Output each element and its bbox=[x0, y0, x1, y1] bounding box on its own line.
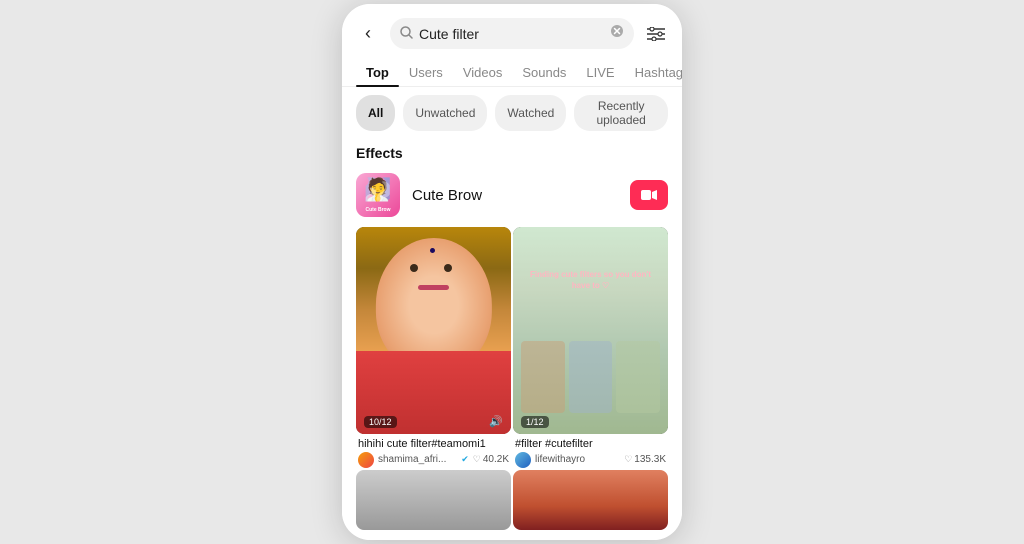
video-card-3[interactable] bbox=[356, 470, 511, 530]
search-icon bbox=[400, 26, 413, 42]
heart-icon-1: ♡ bbox=[473, 454, 481, 465]
likes-1: ♡ 40.2K bbox=[473, 454, 509, 465]
video-card-2[interactable]: Finding cute filters so you don't have t… bbox=[513, 227, 668, 468]
heart-icon-2: ♡ bbox=[624, 454, 632, 465]
video-overlay-text: Finding cute filters so you don't have t… bbox=[529, 269, 653, 291]
search-input[interactable]: Cute filter bbox=[419, 26, 604, 42]
likes-2: ♡ 135.3K bbox=[624, 454, 666, 465]
phone-shell: ‹ Cute filter bbox=[342, 4, 682, 540]
tab-top[interactable]: Top bbox=[356, 57, 399, 86]
likes-count-2: 135.3K bbox=[634, 454, 666, 465]
video-badge-1: 10/12 bbox=[364, 416, 397, 428]
video-badge-2: 1/12 bbox=[521, 416, 549, 428]
effect-record-button[interactable] bbox=[630, 180, 668, 210]
video-user-row-2: lifewithayro ♡ 135.3K bbox=[515, 452, 666, 468]
video-user-row-1: shamima_afri... ✔ ♡ 40.2K bbox=[358, 452, 509, 468]
effect-name: Cute Brow bbox=[400, 187, 630, 204]
tab-videos[interactable]: Videos bbox=[453, 57, 513, 86]
effects-section-title: Effects bbox=[342, 139, 682, 165]
effect-thumbnail: 🧖 Cute Brow bbox=[356, 173, 400, 217]
tabs-bar: Top Users Videos Sounds LIVE Hashtags bbox=[342, 57, 682, 87]
effect-row: 🧖 Cute Brow Cute Brow bbox=[342, 165, 682, 225]
tab-hashtags[interactable]: Hashtags bbox=[625, 57, 682, 86]
pill-watched[interactable]: Watched bbox=[495, 95, 566, 131]
tab-users[interactable]: Users bbox=[399, 57, 453, 86]
effect-thumb-label: Cute Brow bbox=[366, 207, 391, 215]
video-grid: 10/12 🔊 hihihi cute filter#teamomi1 sham… bbox=[342, 227, 682, 468]
tab-live[interactable]: LIVE bbox=[576, 57, 624, 86]
likes-count-1: 40.2K bbox=[483, 454, 509, 465]
pill-unwatched[interactable]: Unwatched bbox=[403, 95, 487, 131]
video-meta-2: #filter #cutefilter lifewithayro ♡ 135.3… bbox=[513, 434, 668, 468]
video-thumbnail-2[interactable]: Finding cute filters so you don't have t… bbox=[513, 227, 668, 434]
username-1: shamima_afri... bbox=[378, 454, 457, 465]
video-desc-1: hihihi cute filter#teamomi1 bbox=[358, 438, 509, 450]
verified-icon-1: ✔ bbox=[461, 454, 469, 465]
video-desc-2: #filter #cutefilter bbox=[515, 438, 666, 450]
video-meta-1: hihihi cute filter#teamomi1 shamima_afri… bbox=[356, 434, 511, 468]
video-grid-bottom bbox=[342, 468, 682, 540]
pill-all[interactable]: All bbox=[356, 95, 395, 131]
video-card-4[interactable] bbox=[513, 470, 668, 530]
video-sound-1: 🔊 bbox=[489, 415, 503, 428]
username-2: lifewithayro bbox=[535, 454, 620, 465]
filter-button[interactable] bbox=[642, 20, 670, 48]
back-button[interactable]: ‹ bbox=[354, 20, 382, 48]
header: ‹ Cute filter bbox=[342, 4, 682, 57]
avatar-1 bbox=[358, 452, 374, 468]
filter-pills: All Unwatched Watched Recently uploaded bbox=[342, 87, 682, 139]
clear-button[interactable] bbox=[610, 24, 624, 43]
search-bar[interactable]: Cute filter bbox=[390, 18, 634, 49]
avatar-2 bbox=[515, 452, 531, 468]
video-card-1[interactable]: 10/12 🔊 hihihi cute filter#teamomi1 sham… bbox=[356, 227, 511, 468]
pill-recently-uploaded[interactable]: Recently uploaded bbox=[574, 95, 668, 131]
video-thumbnail-1[interactable]: 10/12 🔊 bbox=[356, 227, 511, 434]
tab-sounds[interactable]: Sounds bbox=[512, 57, 576, 86]
